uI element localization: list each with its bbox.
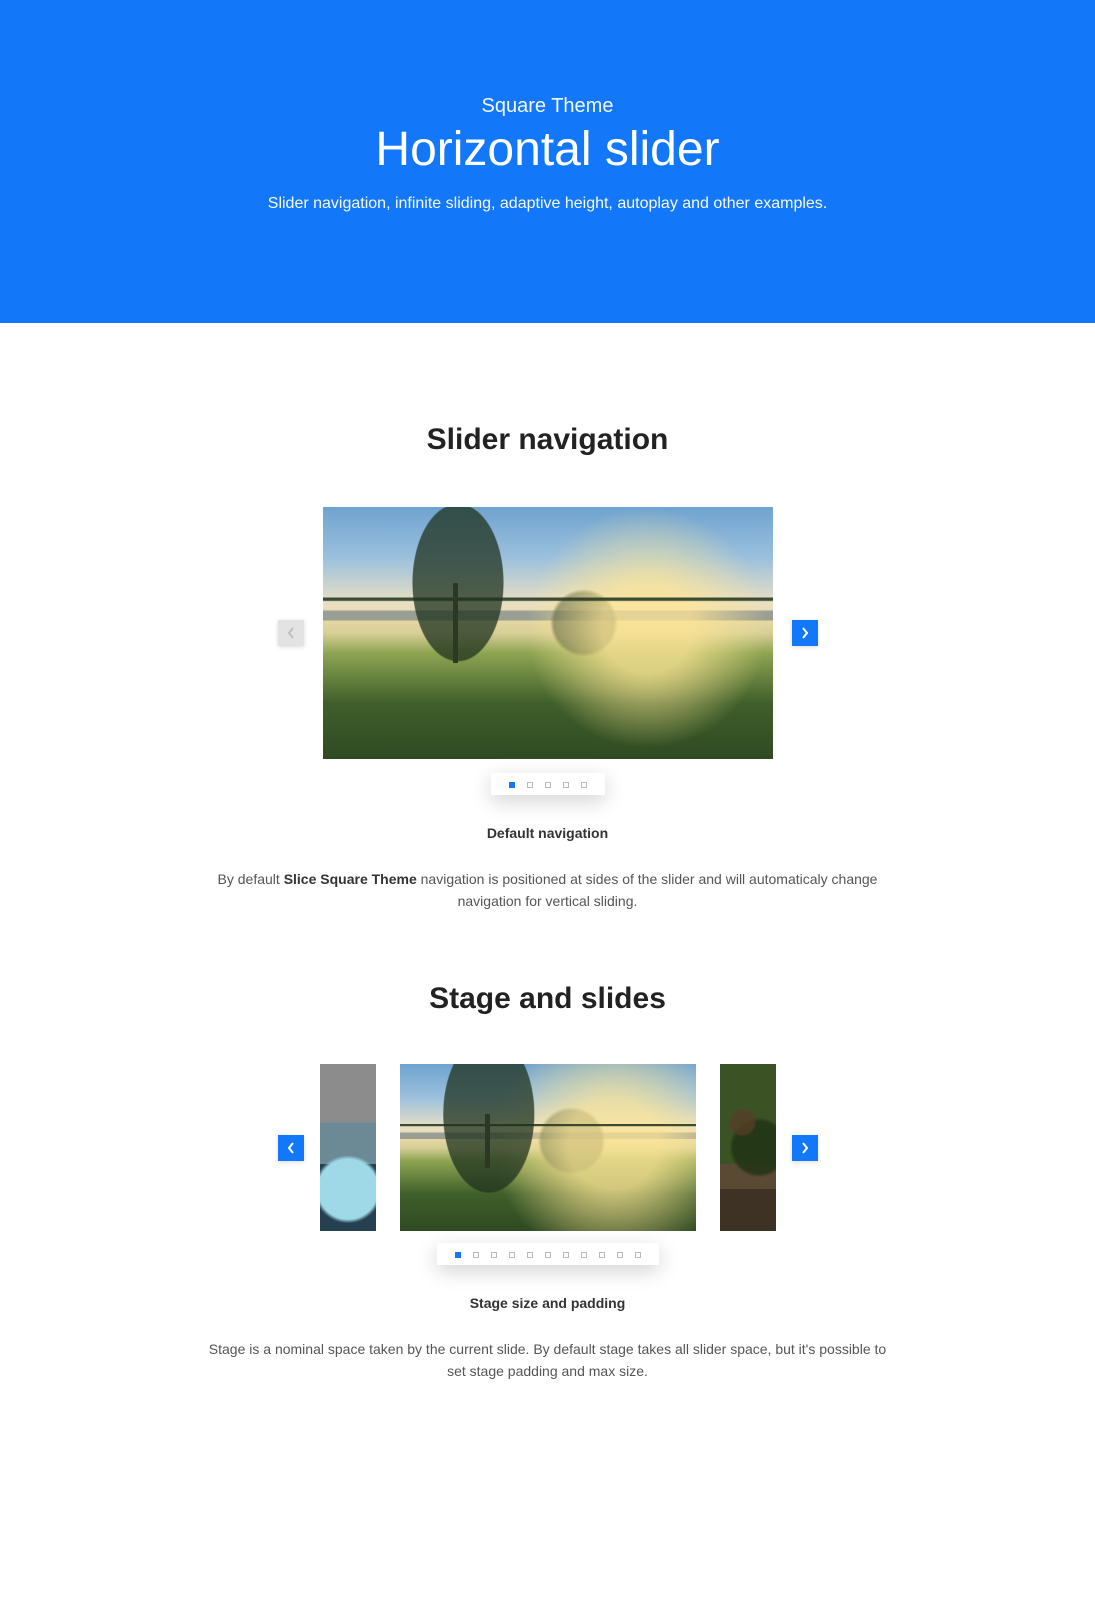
pagination-dot[interactable] <box>473 1252 479 1258</box>
pagination-dot[interactable] <box>527 1252 533 1258</box>
section-heading: Slider navigation <box>188 423 908 457</box>
chevron-left-icon <box>286 626 296 640</box>
pagination-dot[interactable] <box>581 782 587 788</box>
demo-caption: Stage size and padding <box>188 1295 908 1311</box>
pagination-dot[interactable] <box>563 782 569 788</box>
section-stage-and-slides: Stage and slides Stage size and padding … <box>188 912 908 1442</box>
pagination-dot[interactable] <box>599 1252 605 1258</box>
hero-banner: Square Theme Horizontal slider Slider na… <box>0 0 1095 323</box>
slide-peek-next <box>720 1064 776 1231</box>
pagination-dot[interactable] <box>509 1252 515 1258</box>
demo-description: By default Slice Square Theme navigation… <box>188 869 908 912</box>
prev-arrow-button[interactable] <box>278 1135 304 1161</box>
slide-peek-prev <box>320 1064 376 1231</box>
pagination-dot[interactable] <box>509 782 515 788</box>
para-pre: By default <box>218 871 284 887</box>
pagination-dot[interactable] <box>545 782 551 788</box>
para-post: navigation is positioned at sides of the… <box>417 871 878 909</box>
pagination-dot[interactable] <box>563 1252 569 1258</box>
section-heading: Stage and slides <box>188 982 908 1016</box>
prev-arrow-button <box>278 620 304 646</box>
hero-theme-line: Square Theme <box>20 95 1075 118</box>
pagination-dot[interactable] <box>491 1252 497 1258</box>
page-title: Horizontal slider <box>20 122 1075 177</box>
pagination-dot[interactable] <box>635 1252 641 1258</box>
demo-description: Stage is a nominal space taken by the cu… <box>188 1339 908 1382</box>
slide-image <box>400 1064 696 1231</box>
chevron-left-icon <box>286 1141 296 1155</box>
next-arrow-button[interactable] <box>792 1135 818 1161</box>
pagination-dot[interactable] <box>455 1252 461 1258</box>
chevron-right-icon <box>800 1141 810 1155</box>
slider-navigation-demo <box>323 507 773 759</box>
pagination-dots <box>491 773 605 795</box>
slider-viewport[interactable] <box>323 507 773 759</box>
hero-subtitle: Slider navigation, infinite sliding, ada… <box>20 195 1075 213</box>
pagination-dots <box>437 1243 659 1265</box>
slider-viewport[interactable] <box>323 1064 773 1231</box>
para-pre: Stage is a nominal space taken by the cu… <box>209 1341 886 1379</box>
section-slider-navigation: Slider navigation Default navigation By … <box>188 323 908 912</box>
slide-image <box>323 507 773 759</box>
pagination-dot[interactable] <box>545 1252 551 1258</box>
stage-demo <box>323 1064 773 1231</box>
chevron-right-icon <box>800 626 810 640</box>
pagination-dot[interactable] <box>617 1252 623 1258</box>
para-bold: Slice Square Theme <box>284 871 417 887</box>
pagination-dot[interactable] <box>581 1252 587 1258</box>
next-arrow-button[interactable] <box>792 620 818 646</box>
pagination-dot[interactable] <box>527 782 533 788</box>
demo-caption: Default navigation <box>188 825 908 841</box>
